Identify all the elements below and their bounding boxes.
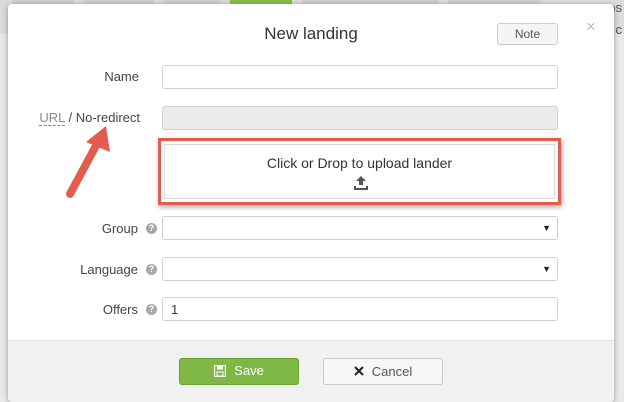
note-button[interactable]: Note [497, 23, 558, 45]
upload-dropzone-border: Click or Drop to upload lander [164, 144, 555, 199]
save-icon [214, 364, 227, 377]
language-label: Language [80, 262, 138, 277]
annotation-arrow [66, 126, 110, 198]
cancel-button[interactable]: Cancel [323, 358, 443, 385]
url-input [162, 106, 558, 130]
background-text: c [615, 22, 623, 37]
offers-input[interactable] [162, 297, 558, 321]
help-icon[interactable]: ? [146, 264, 157, 275]
upload-icon [354, 176, 368, 190]
cancel-label: Cancel [371, 363, 413, 379]
help-icon[interactable]: ? [146, 223, 157, 234]
group-select[interactable]: ▼ [162, 216, 558, 240]
group-label: Group [101, 221, 138, 236]
language-select[interactable]: ▼ [162, 257, 558, 281]
chevron-down-icon: ▼ [542, 223, 551, 233]
upload-text: Click or Drop to upload lander [266, 155, 453, 171]
modal-footer: Save Cancel [8, 340, 614, 402]
help-icon[interactable]: ? [146, 304, 157, 315]
name-input[interactable] [162, 65, 558, 89]
name-label: Name [104, 69, 139, 84]
chevron-down-icon: ▼ [542, 264, 551, 274]
new-landing-modal: New landing Note × Name URL / No-redirec… [8, 4, 614, 402]
close-icon[interactable]: × [586, 18, 596, 35]
save-button[interactable]: Save [179, 358, 299, 385]
offers-label: Offers [102, 302, 138, 317]
upload-lander-dropzone[interactable]: Click or Drop to upload lander [158, 138, 561, 205]
save-label: Save [234, 363, 264, 379]
cancel-x-icon [354, 366, 364, 376]
